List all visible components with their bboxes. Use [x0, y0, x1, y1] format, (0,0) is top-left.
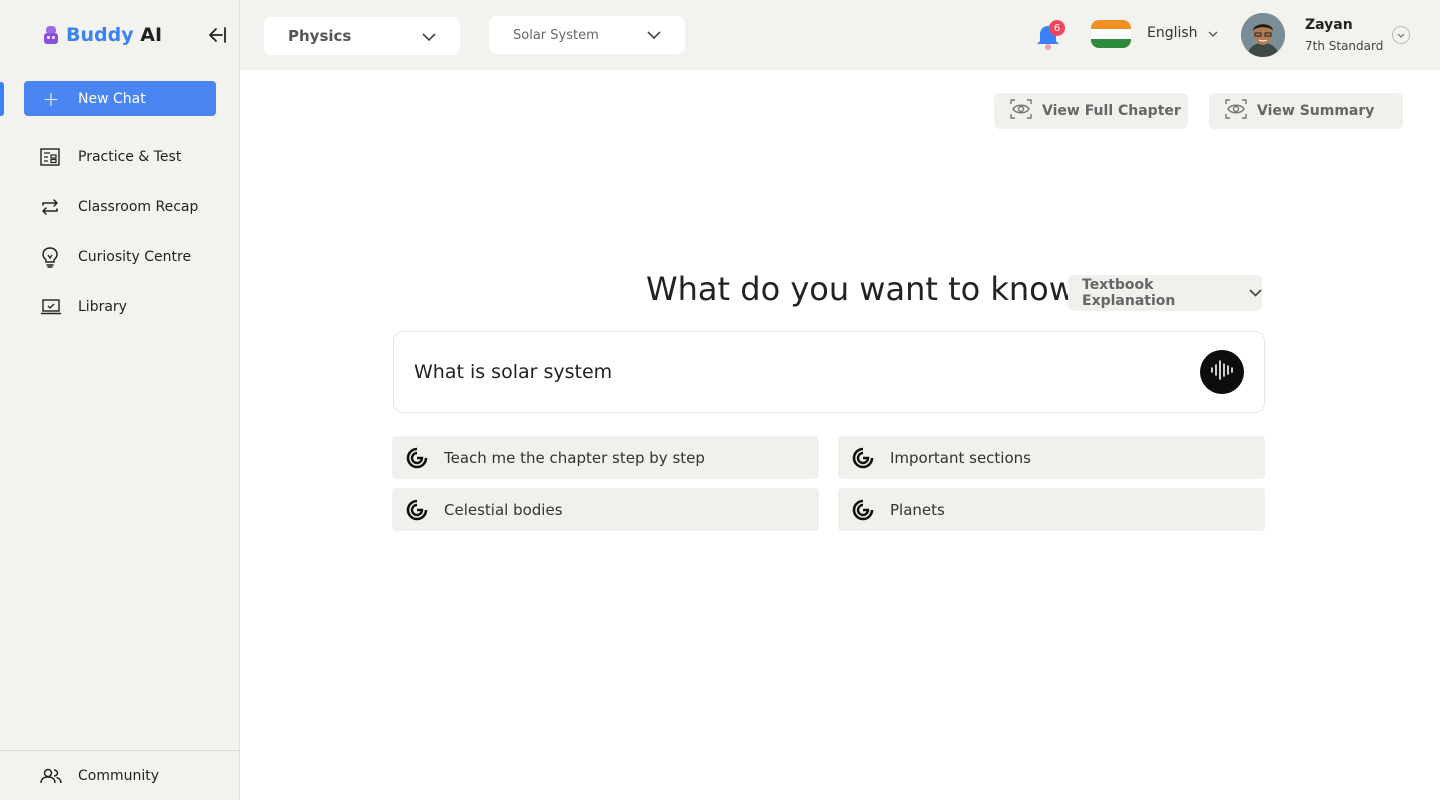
notification-badge: 6: [1049, 20, 1065, 36]
brand-name-part2: AI: [140, 24, 163, 46]
voice-input-button[interactable]: [1200, 350, 1244, 394]
chevron-down-icon: [647, 28, 661, 43]
sidebar-item-classroom-recap[interactable]: Classroom Recap: [0, 182, 240, 232]
swirl-icon: [852, 447, 890, 469]
new-chat-label: New Chat: [78, 90, 146, 107]
waveform-icon: [1209, 359, 1235, 385]
eye-icon: [1225, 99, 1247, 123]
topbar: Physics Solar System 6 English Zayan 7th…: [240, 0, 1440, 70]
view-summary-button[interactable]: View Summary: [1209, 93, 1403, 129]
question-input[interactable]: [414, 361, 1200, 383]
swirl-icon: [406, 447, 444, 469]
new-chat-button[interactable]: + New Chat: [24, 81, 216, 116]
brand-name: Buddy AI: [66, 24, 162, 46]
brand-logo[interactable]: Buddy AI: [44, 24, 162, 46]
page-title: What do you want to know?: [646, 270, 1092, 308]
sidebar-item-label: Curiosity Centre: [78, 249, 192, 265]
chevron-down-icon: [422, 27, 436, 45]
chevron-down-icon: [1208, 25, 1218, 41]
sidebar-nav: Practice & Test Classroom Recap Curiosit…: [0, 132, 240, 332]
user-standard: 7th Standard: [1305, 39, 1384, 53]
suggestion-label: Important sections: [890, 448, 1031, 467]
suggestion-chip[interactable]: Celestial bodies: [392, 488, 819, 531]
india-flag-icon[interactable]: [1091, 20, 1131, 48]
view-full-chapter-button[interactable]: View Full Chapter: [994, 93, 1188, 129]
chevron-down-icon: [1249, 285, 1262, 301]
subject-select-value: Physics: [288, 27, 352, 45]
laptop-icon: [40, 298, 78, 316]
sidebar-item-community[interactable]: Community: [0, 751, 240, 800]
language-value: English: [1147, 25, 1198, 41]
view-summary-label: View Summary: [1257, 103, 1375, 119]
notifications-button[interactable]: 6: [1035, 20, 1065, 52]
bulb-icon: [40, 246, 78, 268]
language-select[interactable]: English: [1147, 25, 1218, 41]
bell-icon: [1035, 26, 1065, 56]
user-menu-chevron-icon[interactable]: [1392, 26, 1410, 44]
sidebar-item-practice-test[interactable]: Practice & Test: [0, 132, 240, 182]
sidebar-item-label: Classroom Recap: [78, 199, 199, 215]
subject-select[interactable]: Physics: [264, 17, 460, 55]
sidebar-footer: Community: [0, 750, 240, 800]
practice-icon: [40, 148, 78, 166]
suggestion-chip[interactable]: Important sections: [838, 436, 1265, 479]
eye-icon: [1010, 99, 1032, 123]
question-input-container: [393, 331, 1265, 413]
brand-name-part1: Buddy: [66, 24, 134, 46]
robot-icon: [44, 26, 58, 44]
sidebar: Buddy AI + New Chat Practice & Test Clas…: [0, 0, 240, 800]
explanation-mode-value: Textbook Explanation: [1082, 277, 1176, 309]
suggestion-label: Planets: [890, 500, 945, 519]
suggestion-chip[interactable]: Planets: [838, 488, 1265, 531]
chapter-select[interactable]: Solar System: [489, 16, 685, 54]
view-full-chapter-label: View Full Chapter: [1042, 103, 1181, 119]
recap-icon: [40, 198, 78, 216]
swirl-icon: [852, 499, 890, 521]
main-content: View Full Chapter View Summary What do y…: [240, 70, 1440, 800]
sidebar-item-curiosity-centre[interactable]: Curiosity Centre: [0, 232, 240, 282]
user-name: Zayan: [1305, 17, 1353, 33]
suggestion-label: Teach me the chapter step by step: [444, 448, 705, 467]
suggestion-chip[interactable]: Teach me the chapter step by step: [392, 436, 819, 479]
sidebar-item-label: Practice & Test: [78, 149, 182, 165]
suggestion-label: Celestial bodies: [444, 500, 563, 519]
active-indicator: [0, 82, 4, 116]
sidebar-item-label: Community: [78, 768, 160, 784]
swirl-icon: [406, 499, 444, 521]
plus-icon: +: [42, 86, 60, 111]
explanation-mode-select[interactable]: Textbook Explanation: [1068, 275, 1262, 311]
community-icon: [40, 767, 78, 785]
sidebar-item-label: Library: [78, 299, 127, 315]
sidebar-item-library[interactable]: Library: [0, 282, 240, 332]
collapse-sidebar-icon[interactable]: [206, 24, 228, 46]
avatar[interactable]: [1241, 13, 1285, 57]
chapter-select-value: Solar System: [513, 27, 599, 43]
